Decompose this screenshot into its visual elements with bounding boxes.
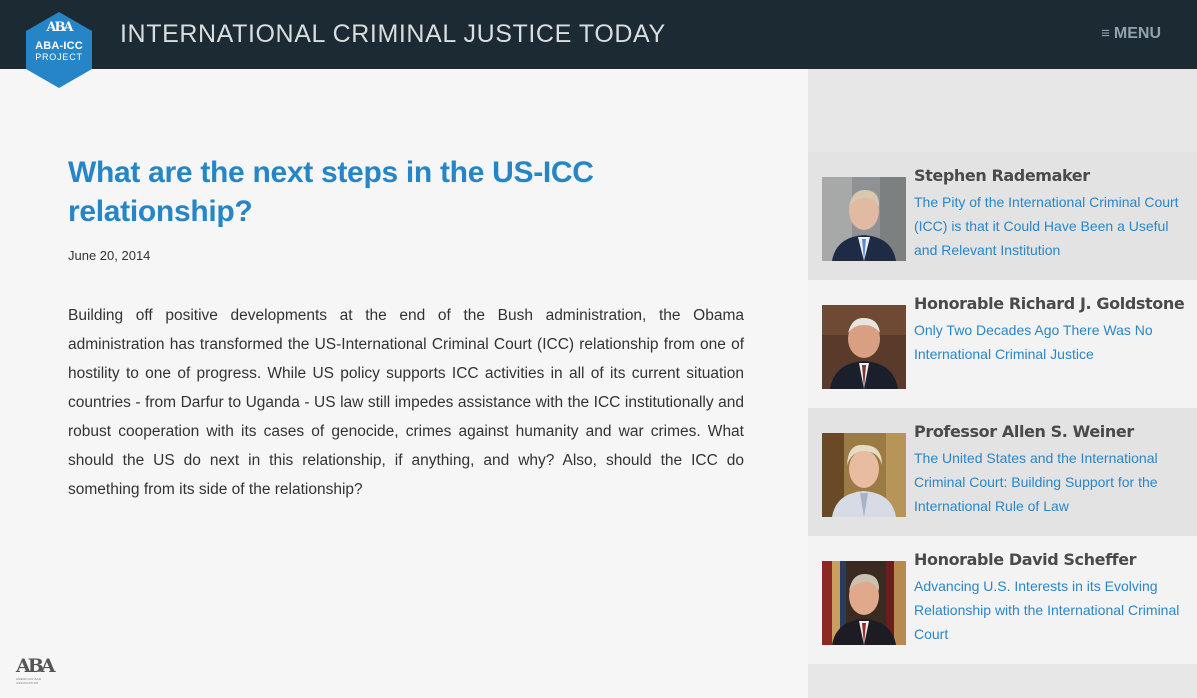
- article-title: What are the next steps in the US-ICC re…: [68, 156, 594, 228]
- article-link[interactable]: The United States and the International …: [914, 446, 1186, 518]
- menu-button[interactable]: ≡ MENU: [1101, 25, 1161, 43]
- article-date: June 20, 2014: [68, 248, 151, 263]
- commentary-sidebar: Stephen Rademaker The Pity of the Intern…: [808, 69, 1197, 698]
- logo-mark: ABA: [46, 20, 73, 35]
- logo-line2: PROJECT: [35, 52, 83, 62]
- author-name[interactable]: Stephen Rademaker: [914, 166, 1090, 185]
- menu-label: MENU: [1113, 25, 1161, 42]
- top-nav-bar: INTERNATIONAL CRIMINAL JUSTICE TODAY ≡ ME…: [0, 0, 1197, 69]
- article-body: Building off positive developments at th…: [68, 307, 744, 498]
- hamburger-icon: ≡: [1101, 25, 1110, 42]
- author-name[interactable]: Professor Allen S. Weiner: [914, 422, 1134, 441]
- author-name[interactable]: Honorable Richard J. Goldstone: [914, 294, 1185, 313]
- article-main: What are the next steps in the US-ICC re…: [0, 69, 808, 698]
- author-photo[interactable]: [822, 433, 906, 517]
- author-name[interactable]: Honorable David Scheffer: [914, 550, 1137, 569]
- author-photo[interactable]: [822, 177, 906, 261]
- aba-icc-project-logo[interactable]: ABA ABA-ICC PROJECT: [26, 12, 92, 88]
- logo-line1: ABA-ICC: [35, 40, 83, 52]
- article-link[interactable]: Only Two Decades Ago There Was No Intern…: [914, 318, 1186, 366]
- sidebar-entry[interactable]: Honorable David Scheffer Advancing U.S. …: [808, 536, 1197, 664]
- sidebar-entry[interactable]: Honorable Richard J. Goldstone Only Two …: [808, 280, 1197, 408]
- aba-footer-caption: AMERICAN BAR ASSOCIATION: [16, 677, 42, 685]
- author-photo[interactable]: [822, 305, 906, 389]
- sidebar-entry[interactable]: Professor Allen S. Weiner The United Sta…: [808, 408, 1197, 536]
- article-link[interactable]: The Pity of the International Criminal C…: [914, 190, 1186, 262]
- site-title[interactable]: INTERNATIONAL CRIMINAL JUSTICE TODAY: [120, 20, 666, 49]
- article-link[interactable]: Advancing U.S. Interests in its Evolving…: [914, 574, 1186, 646]
- author-photo[interactable]: [822, 561, 906, 645]
- aba-footer-logo[interactable]: ABA AMERICAN BAR ASSOCIATION: [16, 655, 64, 685]
- sidebar-entry[interactable]: Stephen Rademaker The Pity of the Intern…: [808, 152, 1197, 280]
- aba-footer-mark: ABA: [16, 655, 56, 677]
